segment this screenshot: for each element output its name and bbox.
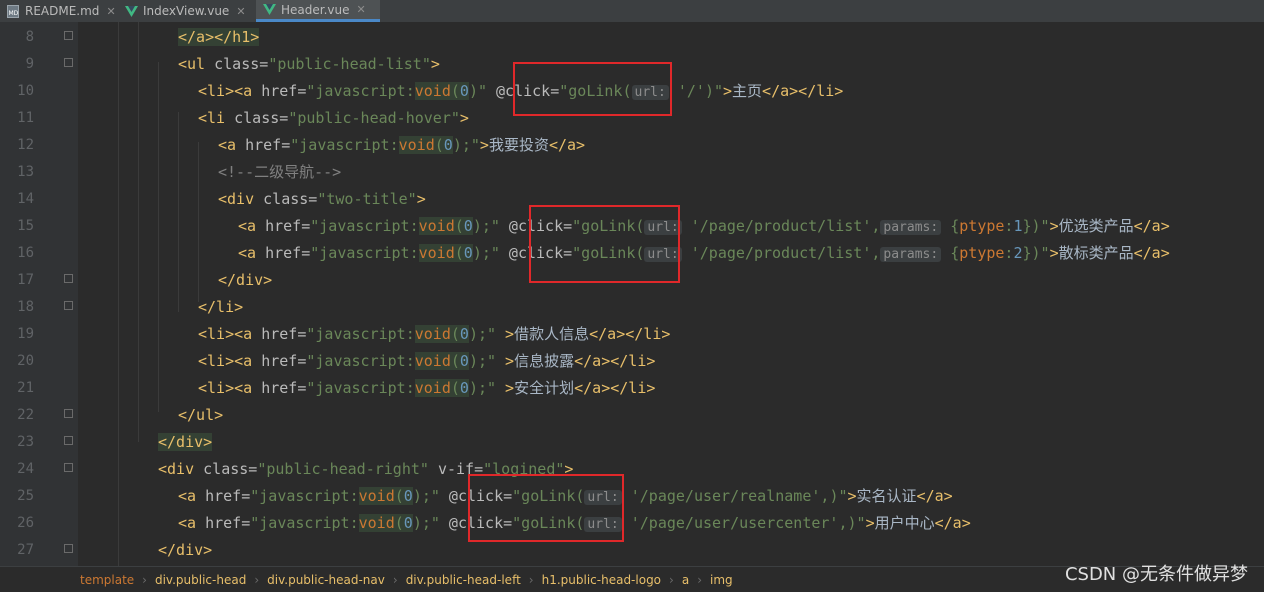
line-number: 13: [17, 164, 34, 180]
fold-marker-icon[interactable]: [64, 544, 73, 553]
code-line-20: <li><a href="javascript:void(0);" >信息披露<…: [198, 352, 656, 370]
vue-file-icon: [262, 3, 276, 17]
svg-text:MD: MD: [9, 10, 19, 17]
fold-marker-icon[interactable]: [64, 409, 73, 418]
line-number: 12: [17, 137, 34, 153]
line-number: 15: [17, 218, 34, 234]
indent-guide: [158, 62, 159, 412]
markdown-file-icon: MD: [6, 4, 20, 18]
parameter-hint: params:: [880, 220, 942, 235]
breadcrumb-item[interactable]: h1.public-head-logo: [542, 573, 661, 587]
fold-marker-icon[interactable]: [64, 274, 73, 283]
code-line-8: </a></h1>: [178, 28, 260, 46]
line-number: 22: [17, 407, 34, 423]
line-number: 8: [25, 29, 34, 45]
indent-guide: [138, 22, 139, 442]
editor-tab-bar: MD README.md ✕ IndexView.vue ✕ Header.vu…: [0, 0, 1264, 23]
line-number: 14: [17, 191, 34, 207]
code-line-24: <div class="public-head-right" v-if="log…: [158, 460, 574, 478]
line-number: 21: [17, 380, 34, 396]
fold-marker-icon[interactable]: [64, 31, 73, 40]
indent-guide: [198, 142, 199, 302]
breadcrumb-item[interactable]: div.public-head: [155, 573, 246, 587]
close-icon[interactable]: ✕: [106, 5, 115, 18]
line-number: 18: [17, 299, 34, 315]
breadcrumb-item[interactable]: div.public-head-nav: [267, 573, 385, 587]
line-number: 17: [17, 272, 34, 288]
line-number: 10: [17, 83, 34, 99]
tab-label: IndexView.vue: [143, 4, 230, 18]
line-number: 9: [25, 56, 34, 72]
annotation-box: [529, 205, 680, 283]
chevron-right-icon: ›: [697, 572, 703, 587]
line-number: 19: [17, 326, 34, 342]
code-line-10: <li><a href="javascript:void(0)" @click=…: [198, 82, 844, 100]
tab-label: README.md: [25, 4, 100, 18]
code-line-22: </ul>: [178, 406, 224, 424]
annotation-box: [513, 62, 672, 116]
line-number: 23: [17, 434, 34, 450]
indent-guide: [178, 112, 179, 312]
parameter-hint: params:: [880, 247, 942, 262]
code-line-12: <a href="javascript:void(0);">我要投资</a>: [218, 136, 586, 154]
code-line-25: <a href="javascript:void(0);" @click="go…: [178, 487, 953, 505]
code-editor[interactable]: 8 9 10 11 12 13 14 15 16 17 18 19 20 21 …: [0, 22, 1264, 566]
line-number-gutter: 8 9 10 11 12 13 14 15 16 17 18 19 20 21 …: [0, 22, 78, 566]
chevron-right-icon: ›: [254, 572, 260, 587]
annotation-box: [468, 474, 624, 542]
breadcrumb-item[interactable]: a: [682, 573, 689, 587]
close-icon[interactable]: ✕: [236, 5, 245, 18]
code-line-13: <!--二级导航-->: [218, 163, 342, 181]
chevron-right-icon: ›: [528, 572, 534, 587]
watermark: CSDN @无条件做异梦: [1064, 564, 1248, 585]
fold-marker-icon[interactable]: [64, 436, 73, 445]
line-number: 16: [17, 245, 34, 261]
code-line-9: <ul class="public-head-list">: [178, 55, 440, 73]
code-line-15: <a href="javascript:void(0);" @click="go…: [238, 217, 1170, 235]
fold-marker-icon[interactable]: [64, 301, 73, 310]
vue-file-icon: [124, 4, 138, 18]
code-line-11: <li class="public-head-hover">: [198, 109, 469, 127]
tab-label: Header.vue: [281, 2, 350, 17]
chevron-right-icon: ›: [392, 572, 398, 587]
tab-indexview[interactable]: IndexView.vue ✕: [118, 0, 256, 22]
code-line-19: <li><a href="javascript:void(0);" >借款人信息…: [198, 325, 671, 343]
fold-marker-icon[interactable]: [64, 58, 73, 67]
chevron-right-icon: ›: [142, 572, 147, 587]
code-line-18: </li>: [198, 298, 244, 316]
breadcrumb-item[interactable]: template: [80, 573, 134, 587]
code-line-26: <a href="javascript:void(0);" @click="go…: [178, 514, 971, 532]
code-line-14: <div class="two-title">: [218, 190, 426, 208]
fold-marker-icon[interactable]: [64, 463, 73, 472]
code-line-21: <li><a href="javascript:void(0);" >安全计划<…: [198, 379, 656, 397]
tab-readme[interactable]: MD README.md ✕: [0, 0, 118, 22]
line-number: 24: [17, 461, 34, 477]
close-icon[interactable]: ✕: [357, 3, 366, 16]
line-number: 25: [17, 488, 34, 504]
line-number: 26: [17, 515, 34, 531]
tab-header[interactable]: Header.vue ✕: [256, 0, 380, 22]
code-line-17: </div>: [218, 271, 273, 289]
chevron-right-icon: ›: [669, 572, 674, 587]
breadcrumb-item[interactable]: img: [710, 573, 733, 587]
line-number: 11: [17, 110, 34, 126]
breadcrumb-item[interactable]: div.public-head-left: [406, 573, 521, 587]
indent-guide: [118, 22, 119, 566]
line-number: 20: [17, 353, 34, 369]
code-line-16: <a href="javascript:void(0);" @click="go…: [238, 244, 1170, 262]
code-line-23: </div>: [158, 433, 213, 451]
line-number: 27: [17, 542, 34, 558]
